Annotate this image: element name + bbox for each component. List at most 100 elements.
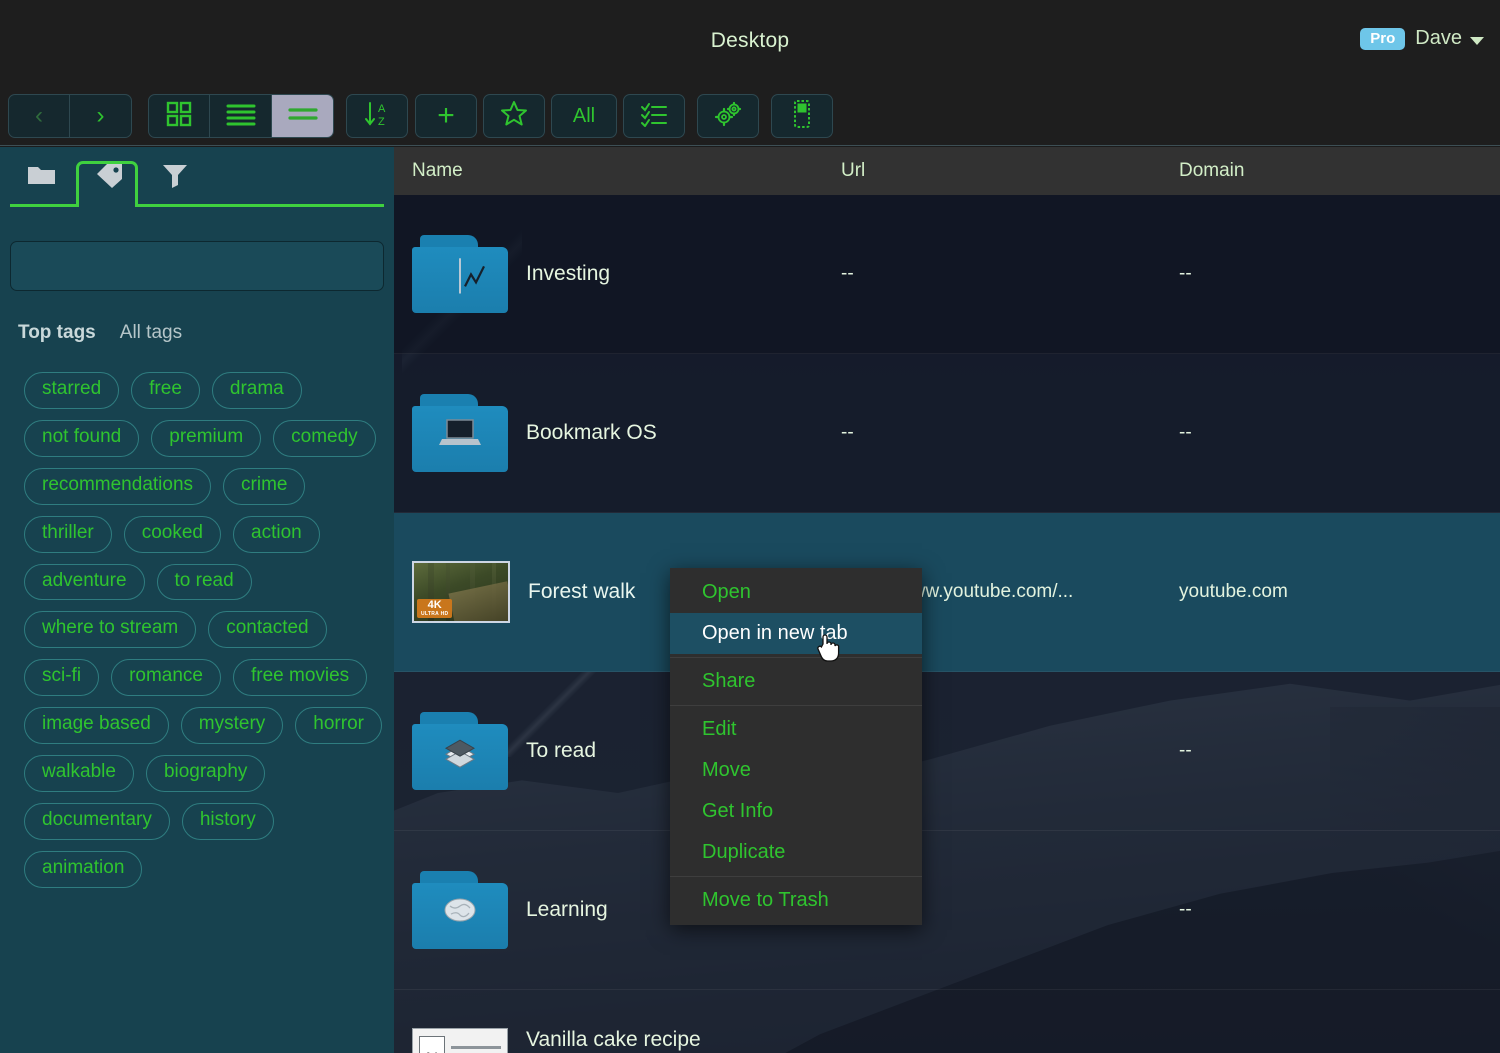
tag-pill[interactable]: horror — [295, 707, 382, 745]
column-header-name[interactable]: Name — [412, 160, 463, 182]
sidebar-item-filters[interactable] — [143, 155, 207, 199]
tag-pill[interactable]: comedy — [273, 419, 376, 457]
tag-pill[interactable]: walkable — [24, 755, 134, 793]
table-row[interactable]: N Vanilla cake recipe -- -- — [394, 990, 1500, 1053]
grid-view-button[interactable] — [148, 94, 210, 138]
context-menu-item[interactable]: Get Info — [670, 791, 922, 832]
list-view-button[interactable] — [210, 94, 272, 138]
tag-pill[interactable]: adventure — [24, 563, 145, 601]
sort-button-group: A Z — [346, 94, 408, 138]
folder-books-icon — [412, 712, 508, 790]
tag-mode-all[interactable]: All tags — [120, 322, 182, 344]
funnel-icon — [161, 162, 189, 193]
column-header-url[interactable]: Url — [841, 160, 865, 182]
row-name-cell[interactable]: To read — [412, 672, 596, 830]
row-url-cell: -- — [841, 990, 854, 1053]
folder-laptop-icon — [412, 394, 508, 472]
row-name-cell[interactable]: N Vanilla cake recipe — [412, 990, 701, 1053]
tag-pill[interactable]: contacted — [208, 611, 327, 649]
tag-pill[interactable]: thriller — [24, 515, 112, 553]
add-button[interactable]: + — [415, 94, 477, 138]
row-domain: youtube.com — [1179, 581, 1288, 602]
context-menu-item[interactable]: Open in new tab — [670, 613, 922, 654]
row-name-cell[interactable]: Bookmark OS — [412, 354, 657, 512]
folder-brain-icon — [412, 871, 508, 949]
row-title: Learning — [526, 898, 608, 921]
table-row[interactable]: 4K ULTRA HD Forest walk https://www.youtube… — [394, 513, 1500, 672]
tag-pill[interactable]: image based — [24, 707, 169, 745]
tag-pill[interactable]: recommendations — [24, 467, 212, 505]
sidebar-item-folders[interactable] — [10, 155, 74, 199]
chevron-down-icon — [1470, 36, 1484, 45]
tag-mode-switch: Top tags All tags — [18, 322, 182, 344]
tag-pill[interactable]: drama — [211, 372, 302, 409]
settings-button[interactable] — [697, 94, 759, 138]
tag-pill[interactable]: mystery — [180, 707, 284, 745]
select-button-group — [623, 94, 685, 138]
table-row[interactable]: Investing -- -- — [394, 195, 1500, 354]
sidebar-item-tags[interactable] — [78, 155, 142, 199]
tag-pill[interactable]: romance — [111, 659, 221, 697]
forward-button[interactable]: › — [70, 94, 132, 138]
context-menu-item[interactable]: Open — [670, 572, 922, 613]
select-button[interactable] — [623, 94, 685, 138]
tag-pill[interactable]: sci-fi — [24, 659, 100, 697]
context-menu-item[interactable]: Edit — [670, 709, 922, 750]
context-menu-item[interactable]: Duplicate — [670, 832, 922, 873]
compact-view-button[interactable] — [272, 94, 334, 138]
tag-search-input[interactable] — [11, 242, 383, 290]
tag-pill[interactable]: free movies — [232, 659, 368, 697]
table-row[interactable]: To read---- — [394, 672, 1500, 831]
app-window: Desktop Pro Dave ‹ › A Z + All Top tags … — [0, 0, 1500, 1053]
row-domain: -- — [1179, 899, 1192, 920]
context-menu-item[interactable]: Move — [670, 750, 922, 791]
tag-pill[interactable]: cooked — [123, 515, 222, 553]
row-title: Investing — [526, 262, 611, 285]
tag-pill[interactable]: documentary — [24, 803, 170, 840]
context-menu: Open Open in new tab Share Edit Move Get Info… — [670, 568, 922, 925]
tag-search-box[interactable] — [10, 241, 384, 291]
tag-pill[interactable]: biography — [145, 755, 266, 793]
tag-pill[interactable]: to read — [156, 563, 252, 601]
table-row[interactable]: Bookmark OS -- -- — [394, 354, 1500, 513]
tag-pill[interactable]: starred — [24, 372, 120, 409]
row-name-cell[interactable]: Learning — [412, 831, 608, 989]
back-button[interactable]: ‹ — [8, 94, 70, 138]
all-filter-button[interactable]: All — [551, 94, 617, 138]
tag-pill[interactable]: where to stream — [24, 611, 197, 649]
tag-pill[interactable]: animation — [24, 850, 143, 888]
row-domain-cell: -- — [1179, 354, 1192, 512]
column-header-domain[interactable]: Domain — [1179, 160, 1244, 182]
table-row[interactable]: Learning---- — [394, 831, 1500, 990]
favorite-button[interactable] — [483, 94, 545, 138]
tag-cloud: starred free drama not found premium comedy re… — [24, 372, 384, 888]
all-filter-label: All — [572, 104, 596, 127]
add-button-group: + — [415, 94, 477, 138]
page-title: Desktop — [710, 29, 790, 52]
row-domain-cell: youtube.com — [1179, 513, 1288, 671]
row-title: Forest walk — [528, 580, 636, 603]
tag-pill[interactable]: free — [131, 372, 200, 409]
context-menu-separator — [670, 876, 922, 877]
tag-pill[interactable]: crime — [223, 467, 306, 505]
tag-pill[interactable]: premium — [151, 419, 262, 457]
mobile-view-button[interactable] — [771, 94, 833, 138]
row-name-cell[interactable]: Investing — [412, 195, 610, 353]
account-menu[interactable]: Pro Dave — [1360, 27, 1484, 50]
context-menu-item[interactable]: Move to Trash — [670, 880, 922, 921]
tag-mode-top[interactable]: Top tags — [18, 322, 96, 344]
star-icon — [500, 100, 528, 132]
sort-button[interactable]: A Z — [346, 94, 408, 138]
user-name: Dave — [1415, 27, 1462, 49]
tag-pill[interactable]: history — [181, 803, 274, 840]
pro-badge: Pro — [1360, 27, 1406, 50]
row-name-cell[interactable]: 4K ULTRA HD Forest walk — [412, 513, 635, 671]
tag-pill[interactable]: not found — [24, 419, 140, 457]
row-url: -- — [841, 422, 854, 443]
context-menu-separator — [670, 657, 922, 658]
context-menu-item[interactable]: Share — [670, 661, 922, 702]
tag-pill[interactable]: action — [233, 515, 320, 553]
favorite-button-group — [483, 94, 545, 138]
chevron-right-icon: › — [96, 102, 105, 129]
plus-icon: + — [437, 99, 455, 132]
